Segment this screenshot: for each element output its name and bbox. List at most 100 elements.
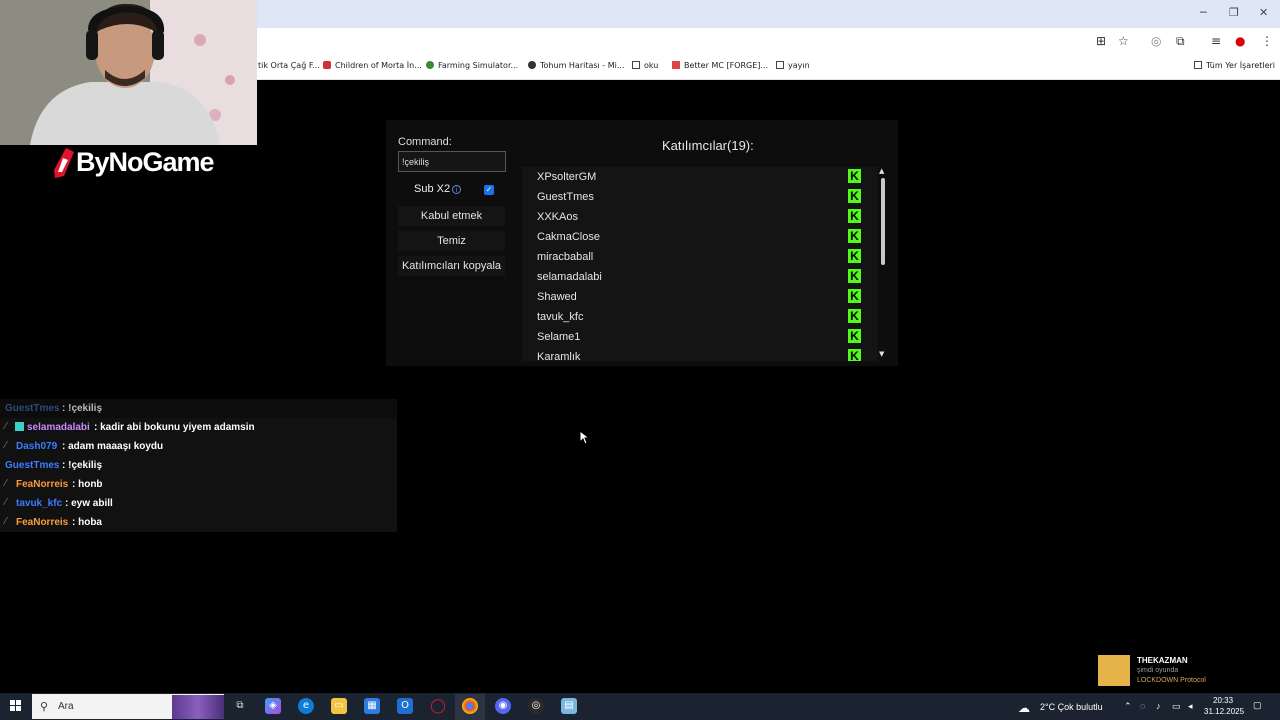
profile-avatar[interactable]: ● <box>1235 34 1245 48</box>
chat-message: ⁄ FeaNorreis: hoba <box>0 513 397 532</box>
chat-username: FeaNorreis <box>16 479 69 490</box>
participant-row[interactable]: Shawed K <box>522 287 878 307</box>
webcam-image <box>0 0 257 145</box>
chat-username: GuestTmes <box>5 403 60 414</box>
edge-icon[interactable]: e <box>298 698 314 714</box>
scroll-down-icon[interactable]: ▼ <box>879 350 884 358</box>
bookmark-star-icon[interactable]: ☆ <box>1118 34 1129 48</box>
slash-icon: ⁄ <box>5 516 7 527</box>
slash-icon: ⁄ <box>5 440 7 451</box>
all-bookmarks[interactable]: Tüm Yer İşaretleri <box>1194 61 1275 70</box>
participant-row[interactable]: Karamlık K <box>522 347 878 361</box>
participants-list[interactable]: XPsolterGM K GuestTmes K XXKAos K CakmaClos… <box>522 167 878 361</box>
windows-start-icon[interactable] <box>10 700 22 712</box>
chat-username: FeaNorreis <box>16 517 69 528</box>
accept-button[interactable]: Kabul etmek <box>398 206 505 226</box>
participant-row[interactable]: CakmaClose K <box>522 227 878 247</box>
bookmark-item[interactable]: Farming Simulator... <box>426 61 518 70</box>
chat-text: : kadir abi bokunu yiyem adamsin <box>94 422 255 433</box>
bookmark-icon <box>323 61 331 69</box>
info-icon[interactable]: i <box>452 185 461 194</box>
participant-row[interactable]: miracbaball K <box>522 247 878 267</box>
sub-x2-checkbox[interactable]: ✓ <box>484 185 494 195</box>
discord-icon[interactable]: ◉ <box>495 698 511 714</box>
participant-row[interactable]: XXKAos K <box>522 207 878 227</box>
search-highlight-art <box>172 695 224 719</box>
network-icon[interactable]: ▭ <box>1172 701 1181 712</box>
bookmark-item[interactable]: Better MC [FORGE]... <box>672 61 768 70</box>
clear-button[interactable]: Temiz <box>398 231 505 251</box>
participant-row[interactable]: XPsolterGM K <box>522 167 878 187</box>
participant-name: XXKAos <box>537 211 578 223</box>
notification-icon[interactable]: ▢ <box>1253 700 1262 711</box>
scrollbar-thumb[interactable] <box>881 178 885 265</box>
microphone-icon[interactable]: ♪ <box>1156 701 1161 711</box>
volume-icon[interactable]: ◂ <box>1188 701 1193 712</box>
restore-icon[interactable]: ❐ <box>1229 6 1239 19</box>
chrome-icon[interactable] <box>462 698 478 714</box>
folder-icon <box>1194 61 1202 69</box>
minimize-icon[interactable]: ─ <box>1200 6 1207 19</box>
opera-icon[interactable]: ◯ <box>430 698 446 714</box>
tray-app-icon[interactable]: ◌ <box>1140 701 1145 711</box>
participant-name: XPsolterGM <box>537 171 597 183</box>
notepad-icon[interactable]: ▤ <box>561 698 577 714</box>
participant-name: Karamlık <box>537 351 581 361</box>
bookmark-item[interactable]: Children of Morta İn... <box>323 61 422 70</box>
kick-icon: K <box>848 269 861 283</box>
search-icon: ⚲ <box>40 700 49 713</box>
participant-row[interactable]: Selame1 K <box>522 327 878 347</box>
kick-icon: K <box>848 249 861 263</box>
media-icon[interactable]: ≡ <box>1211 34 1221 48</box>
copilot-icon[interactable]: ◈ <box>265 698 281 714</box>
mouse-cursor-icon <box>579 430 589 445</box>
store-icon[interactable]: ▦ <box>364 698 380 714</box>
clock-date[interactable]: 31.12.2025 <box>1204 707 1244 716</box>
outlook-icon[interactable]: O <box>397 698 413 714</box>
bookmark-item[interactable]: tik Orta Çağ F... <box>258 61 320 70</box>
obs-icon[interactable]: ◎ <box>528 698 544 714</box>
task-view-icon[interactable]: ⧉ <box>232 698 248 714</box>
participant-row[interactable]: GuestTmes K <box>522 187 878 207</box>
chat-text: : eyw abill <box>65 498 113 509</box>
alert-status: şimdi oyunda <box>1137 667 1179 674</box>
screen: ─ ❐ ✕ ⊞ ☆ ◎ ⧉ ≡ ● ⋮ tik Orta Çağ F... Ch… <box>0 0 1280 720</box>
folder-icon <box>776 61 784 69</box>
bookmark-item[interactable]: Tohum Haritası - Mi... <box>528 61 624 70</box>
alert-game: LOCKDOWN Protocol <box>1137 677 1206 684</box>
command-input[interactable] <box>398 151 506 172</box>
scroll-up-icon[interactable]: ▲ <box>879 167 884 175</box>
slash-icon: ⁄ <box>5 478 7 489</box>
webcam-feed <box>0 0 257 145</box>
participant-row[interactable]: selamadalabi K <box>522 267 878 287</box>
file-explorer-icon[interactable]: ▭ <box>331 698 347 714</box>
kick-icon: K <box>848 229 861 243</box>
bookmark-folder[interactable]: yayın <box>776 61 810 70</box>
chat-username: GuestTmes <box>5 460 60 471</box>
badge-icon <box>15 422 24 431</box>
chat-text: : honb <box>72 479 103 490</box>
translate-icon[interactable]: ⊞ <box>1096 34 1106 48</box>
menu-icon[interactable]: ⋮ <box>1261 34 1273 48</box>
close-icon[interactable]: ✕ <box>1259 6 1268 19</box>
weather-icon[interactable]: ☁ <box>1018 701 1030 715</box>
bookmark-icon <box>672 61 680 69</box>
participant-row[interactable]: tavuk_kfc K <box>522 307 878 327</box>
puzzle-icon[interactable]: ⧉ <box>1176 34 1185 49</box>
copy-participants-button[interactable]: Katılımcıları kopyala <box>398 256 505 276</box>
participant-name: selamadalabi <box>537 271 602 283</box>
weather-text[interactable]: 2°C Çok bulutlu <box>1040 702 1103 712</box>
alert-username: THEKAZMAN <box>1137 656 1188 665</box>
extension-icon[interactable]: ◎ <box>1151 34 1161 48</box>
clock-time[interactable]: 20:33 <box>1213 696 1233 705</box>
chat-message: ⁄ tavuk_kfc: eyw abill <box>0 494 397 513</box>
participant-name: CakmaClose <box>537 231 600 243</box>
chat-message: ⁄ FeaNorreis: honb <box>0 475 397 494</box>
tray-chevron-icon[interactable]: ⌃ <box>1124 701 1132 712</box>
chat-username: selamadalabi <box>27 422 90 433</box>
logo-icon <box>54 148 74 178</box>
bookmark-icon <box>528 61 536 69</box>
chat-message: GuestTmes: !çekiliş <box>0 456 397 475</box>
command-label: Command: <box>398 136 452 148</box>
bookmark-folder[interactable]: oku <box>632 61 658 70</box>
